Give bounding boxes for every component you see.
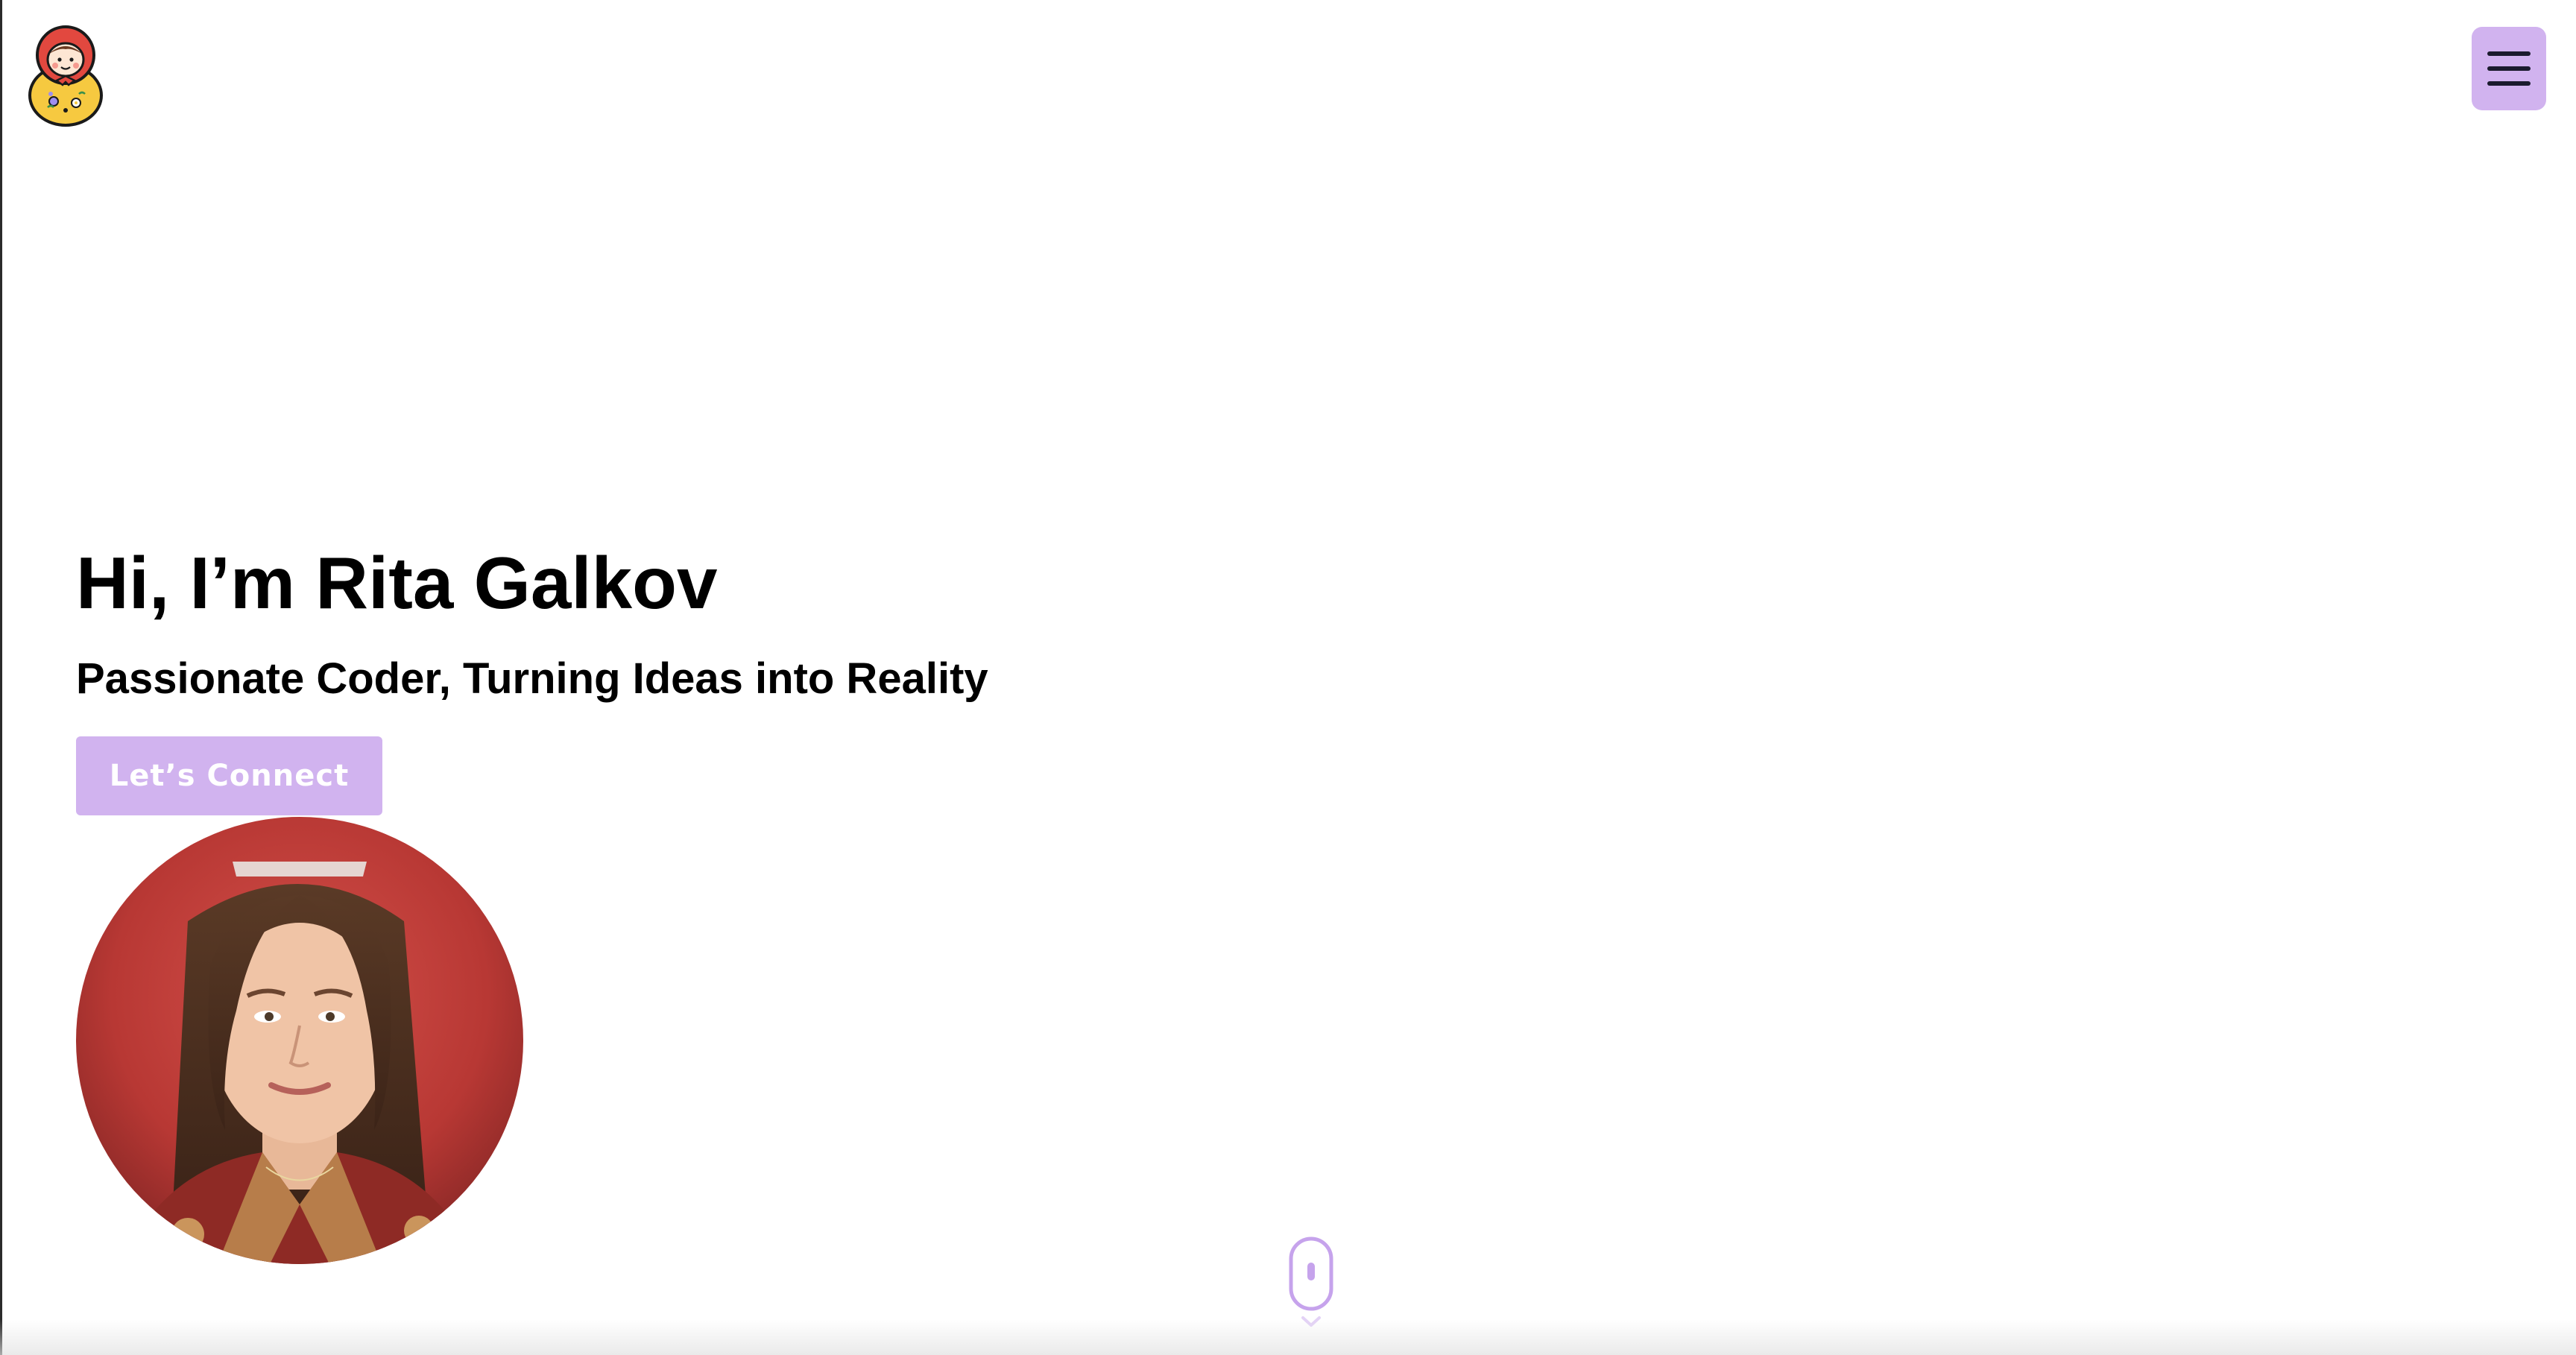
hero-title: Hi, I’m Rita Galkov bbox=[76, 542, 718, 624]
page-bottom-shadow bbox=[0, 1319, 2576, 1355]
matryoshka-logo-icon[interactable] bbox=[27, 16, 104, 127]
hamburger-menu-button[interactable] bbox=[2472, 27, 2546, 110]
profile-photo bbox=[76, 817, 523, 1264]
hero-subtitle: Passionate Coder, Turning Ideas into Rea… bbox=[76, 654, 988, 703]
lets-connect-button[interactable]: Let’s Connect bbox=[76, 736, 382, 815]
window-edge bbox=[0, 0, 2, 1355]
hamburger-menu-icon bbox=[2487, 51, 2531, 86]
